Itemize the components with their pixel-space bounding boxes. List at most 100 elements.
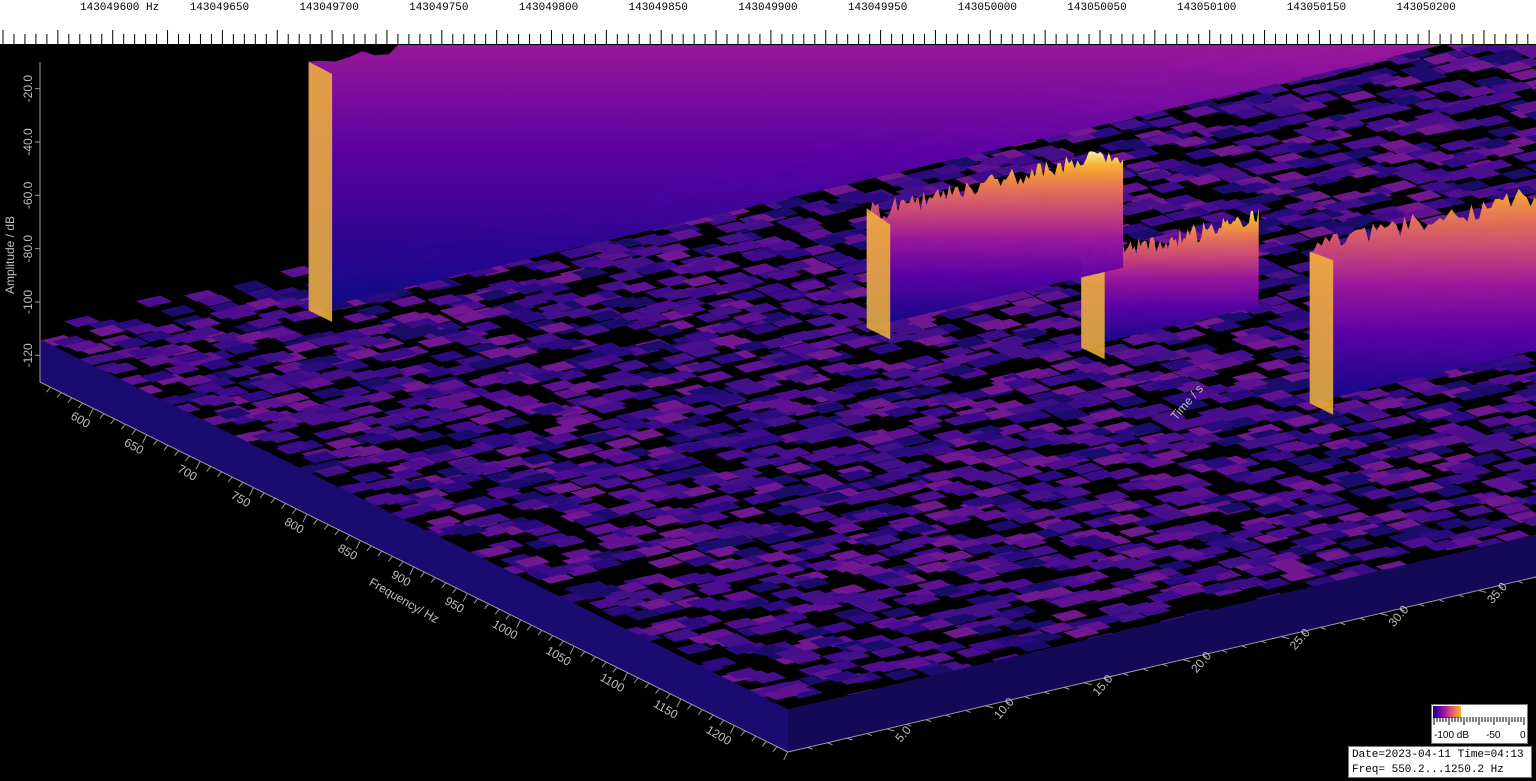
frequency-tick — [580, 651, 586, 657]
time-tick — [1063, 686, 1070, 690]
surface-cell — [675, 642, 713, 655]
time-tick — [1221, 649, 1228, 653]
info-date-time: Date=2023-04-11 Time=04:13 — [1352, 749, 1524, 761]
frequency-tick-label: 1150 — [651, 697, 681, 722]
frequency-tick — [484, 603, 489, 610]
frequency-tick — [152, 439, 158, 446]
surface-cell — [985, 520, 1022, 532]
ruler-label: 143049700 — [299, 2, 359, 14]
frequency-tick — [131, 429, 137, 435]
colorbar-legend: -100 dB -50 0 — [1431, 704, 1528, 744]
frequency-tick-label: 800 — [282, 514, 307, 536]
time-tick — [1083, 682, 1093, 686]
surface-cell — [687, 404, 725, 417]
frequency-tick — [516, 619, 522, 628]
colorbar-max-label: 0 — [1520, 730, 1526, 741]
frequency-tick — [120, 423, 126, 430]
frequency-tick — [558, 640, 564, 647]
time-tick — [1142, 668, 1149, 672]
frequency-tick — [99, 413, 105, 419]
time-tick — [1261, 640, 1267, 644]
frequency-tick — [430, 577, 436, 583]
frequency-tick — [569, 645, 575, 655]
frequency-tick — [473, 598, 479, 604]
signal-trace-front — [308, 61, 333, 322]
time-tick — [866, 733, 873, 736]
frequency-tick — [110, 418, 115, 425]
frequency-tick-label: 1200 — [704, 723, 734, 749]
frequency-tick — [783, 751, 789, 761]
amplitude-tick-label: -100 — [21, 290, 35, 314]
frequency-tick — [676, 698, 682, 708]
surface-cell — [160, 305, 197, 317]
info-frequency-range: Freq= 550.2...1250.2 Hz — [1352, 764, 1504, 776]
amplitude-tick-label: -40.0 — [21, 128, 35, 156]
surface-cell — [714, 448, 751, 461]
surface-cell — [697, 370, 734, 383]
time-tick — [1359, 617, 1366, 621]
time-tick — [886, 728, 895, 732]
amplitude-tick-label: -120 — [21, 343, 35, 367]
time-tick — [1379, 613, 1388, 616]
frequency-tick — [398, 561, 404, 567]
time-tick — [1478, 589, 1487, 593]
frequency-tick — [377, 550, 383, 557]
frequency-tick — [623, 672, 628, 681]
frequency-tick — [729, 725, 735, 734]
frequency-tick — [388, 556, 393, 562]
ruler-label: 143050000 — [957, 2, 1018, 14]
frequency-tick — [772, 746, 778, 752]
frequency-tick-label: 1050 — [543, 643, 573, 669]
time-tick — [1438, 599, 1445, 603]
surface-cell — [918, 406, 956, 419]
signal-trace-front — [866, 208, 891, 340]
time-tick — [1182, 659, 1191, 663]
frequency-tick — [163, 445, 169, 451]
frequency-tick — [366, 545, 372, 552]
signal-trace-front — [1309, 251, 1334, 415]
time-tick — [1340, 622, 1346, 626]
frequency-tick — [195, 460, 201, 470]
frequency-tick — [323, 524, 329, 530]
time-tick — [1281, 636, 1290, 640]
frequency-tick — [537, 630, 543, 636]
surface-cell — [1338, 537, 1375, 550]
frequency-tick — [708, 714, 714, 721]
frequency-tick — [281, 503, 286, 509]
amplitude-tick-label: -20.0 — [21, 75, 35, 103]
frequency-tick — [259, 492, 265, 499]
frequency-tick — [88, 408, 94, 417]
time-tick — [1241, 645, 1247, 649]
frequency-tick — [46, 386, 51, 393]
colorbar-mid-label: -50 — [1486, 730, 1501, 741]
frequency-tick — [249, 487, 254, 496]
frequency-tick-label: 750 — [229, 488, 254, 510]
ruler-label: 143050100 — [1177, 2, 1237, 14]
time-tick — [985, 705, 994, 709]
frequency-tick — [505, 614, 511, 620]
ruler-label: 143050150 — [1286, 2, 1347, 14]
frequency-tick — [644, 682, 650, 689]
frequency-tick — [355, 540, 361, 549]
surface-cell — [1118, 525, 1155, 538]
surface-cell — [1458, 505, 1495, 517]
ruler-label: 143049650 — [189, 2, 250, 14]
time-tick — [965, 709, 971, 713]
frequency-tick — [762, 741, 767, 747]
surface-cell — [1500, 167, 1536, 180]
frequency-tick — [78, 402, 83, 409]
frequency-tick — [206, 466, 212, 472]
colorbar-min-label: -100 dB — [1434, 730, 1470, 741]
time-tick — [1123, 673, 1129, 676]
info-box: Date=2023-04-11 Time=04:13 Freq= 550.2..… — [1348, 746, 1532, 778]
time-tick — [1024, 696, 1030, 700]
surface-cell — [910, 490, 947, 503]
frequency-tick — [56, 392, 62, 398]
time-tick — [906, 723, 912, 727]
time-tick — [1162, 663, 1168, 667]
amplitude-tick-label: -80.0 — [21, 235, 35, 263]
frequency-tick — [334, 529, 340, 536]
frequency-tick — [665, 693, 671, 700]
time-tick — [1458, 594, 1464, 598]
amplitude-axis-title: Amplitude / dB — [3, 216, 17, 294]
